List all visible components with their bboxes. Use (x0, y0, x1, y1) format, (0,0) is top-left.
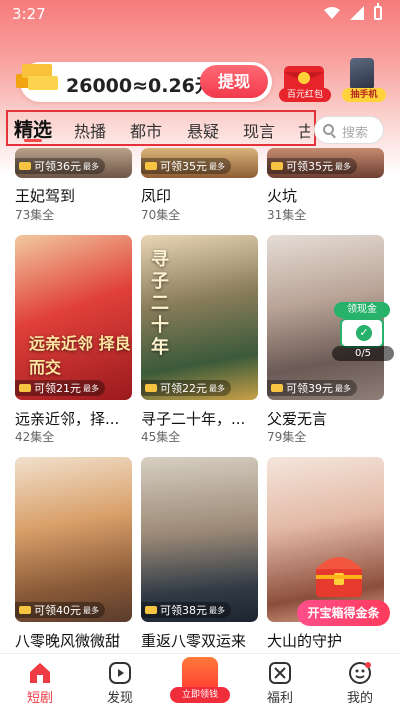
reward-text: 可领36元 (34, 160, 81, 173)
reward-max-label: 最多 (83, 161, 99, 171)
reward-max-label: 最多 (335, 383, 351, 393)
gift-icon (269, 662, 291, 684)
reward-text: 可领40元 (34, 604, 81, 617)
reward-max-label: 最多 (209, 605, 225, 615)
reward-badge: 可领22元 最多 (141, 380, 231, 396)
reward-text: 可领39元 (286, 382, 333, 395)
coin-icon (145, 384, 157, 392)
tab-featured[interactable]: 精选 (14, 115, 52, 142)
tab-ancient[interactable]: 古 (298, 118, 310, 142)
nav-label: 我的 (346, 691, 373, 706)
drama-title[interactable]: 父爱无言 (267, 408, 384, 429)
home-icon (30, 663, 50, 683)
episode-count: 79集全 (267, 430, 307, 444)
open-chest-button[interactable]: 开宝箱得金条 (297, 600, 390, 626)
reward-max-label: 最多 (83, 383, 99, 393)
reward-badge: 可领35元 最多 (141, 158, 231, 174)
tab-hot[interactable]: 热播 (74, 118, 106, 142)
nav-label: 短剧 (26, 691, 53, 706)
episode-count: 45集全 (141, 430, 181, 444)
phone-prize-icon[interactable] (350, 58, 374, 90)
nav-label: 立即领钱 (170, 687, 230, 703)
reward-badge: 可领40元 最多 (15, 602, 105, 618)
battery-icon (374, 3, 382, 20)
status-time: 3:27 (12, 5, 46, 23)
claim-cash-label: 领现金 (334, 302, 390, 318)
drama-poster[interactable]: 寻子二十年 可领22元 最多 (141, 235, 258, 400)
tab-mystery[interactable]: 悬疑 (187, 118, 219, 142)
tab-urban[interactable]: 都市 (130, 118, 162, 142)
signal-icon (350, 6, 364, 20)
tab-romance[interactable]: 现言 (243, 118, 275, 142)
drama-poster[interactable]: 可领35元 最多 (267, 148, 384, 178)
drama-poster[interactable]: 可领38元 最多 (141, 457, 258, 622)
drama-title[interactable]: 王妃驾到 (15, 185, 132, 206)
play-icon (109, 662, 131, 684)
wifi-icon (324, 7, 340, 19)
coin-icon (19, 606, 31, 614)
gold-bar-icon (16, 64, 58, 90)
drama-title[interactable]: 凤印 (141, 185, 258, 206)
coin-icon (271, 384, 283, 392)
episode-count: 42集全 (15, 430, 55, 444)
reward-text: 可领22元 (160, 382, 207, 395)
reward-max-label: 最多 (209, 161, 225, 171)
nav-label: 发现 (106, 691, 133, 706)
drama-poster[interactable]: 可领35元 最多 (141, 148, 258, 178)
episode-count: 70集全 (141, 208, 181, 222)
drama-title[interactable]: 火坑 (267, 185, 384, 206)
drama-title[interactable]: 寻子二十年，... (141, 408, 258, 429)
wallet-icon: ✓ (340, 318, 384, 348)
coin-icon (271, 162, 283, 170)
status-bar: 3:27 (0, 0, 400, 28)
nav-welfare[interactable]: 福利 (240, 654, 320, 711)
reward-text: 可领38元 (160, 604, 207, 617)
reward-badge: 可领35元 最多 (267, 158, 357, 174)
reward-badge: 可领36元 最多 (15, 158, 105, 174)
drama-poster[interactable]: 可领36元 最多 (15, 148, 132, 178)
reward-max-label: 最多 (209, 383, 225, 393)
search-placeholder: 搜索 (342, 126, 369, 141)
phone-prize-label[interactable]: 抽手机 (342, 88, 386, 102)
drama-title[interactable]: 远亲近邻，择... (15, 408, 132, 429)
poster-title-text: 寻子二十年 (151, 249, 169, 358)
reward-text: 可领21元 (34, 382, 81, 395)
nav-discover[interactable]: 发现 (80, 654, 160, 711)
withdraw-button[interactable]: 提现 (200, 65, 268, 98)
coin-icon (19, 384, 31, 392)
reward-badge: 可领38元 最多 (141, 602, 231, 618)
red-envelope-label[interactable]: 百元红包 (279, 88, 331, 102)
active-tab-indicator (24, 139, 42, 142)
reward-text: 可领35元 (160, 160, 207, 173)
drama-title[interactable]: 大山的守护 (267, 630, 384, 651)
reward-max-label: 最多 (83, 605, 99, 615)
profile-icon (349, 662, 371, 684)
search-icon (323, 124, 334, 135)
coin-icon (145, 162, 157, 170)
episode-count: 73集全 (15, 208, 55, 222)
bottom-navigation: 短剧 发现 立即领钱 福利 我的 (0, 653, 400, 711)
drama-poster[interactable]: 远亲近邻 择良而交 可领21元 最多 (15, 235, 132, 400)
reward-badge: 可领21元 最多 (15, 380, 105, 396)
reward-text: 可领35元 (286, 160, 333, 173)
nav-claim-money[interactable]: 立即领钱 (160, 654, 240, 711)
treasure-chest-icon[interactable] (312, 545, 366, 601)
nav-shorts[interactable]: 短剧 (0, 654, 80, 711)
coin-balance-text: 26000≈0.26元 (66, 75, 214, 97)
episode-count: 31集全 (267, 208, 307, 222)
poster-title-text: 远亲近邻 择良而交 (29, 334, 131, 377)
search-box[interactable]: 搜索 (314, 116, 384, 144)
reward-badge: 可领39元 最多 (267, 380, 357, 396)
drama-poster[interactable]: 可领40元 最多 (15, 457, 132, 622)
nav-label: 福利 (266, 691, 293, 706)
drama-title[interactable]: 重返八零双运来 (141, 630, 258, 651)
coin-icon (19, 162, 31, 170)
nav-profile[interactable]: 我的 (320, 654, 400, 711)
drama-title[interactable]: 八零晚风微微甜 (15, 630, 132, 651)
reward-max-label: 最多 (335, 161, 351, 171)
coin-icon (145, 606, 157, 614)
cash-progress: 0/5 (332, 346, 394, 361)
